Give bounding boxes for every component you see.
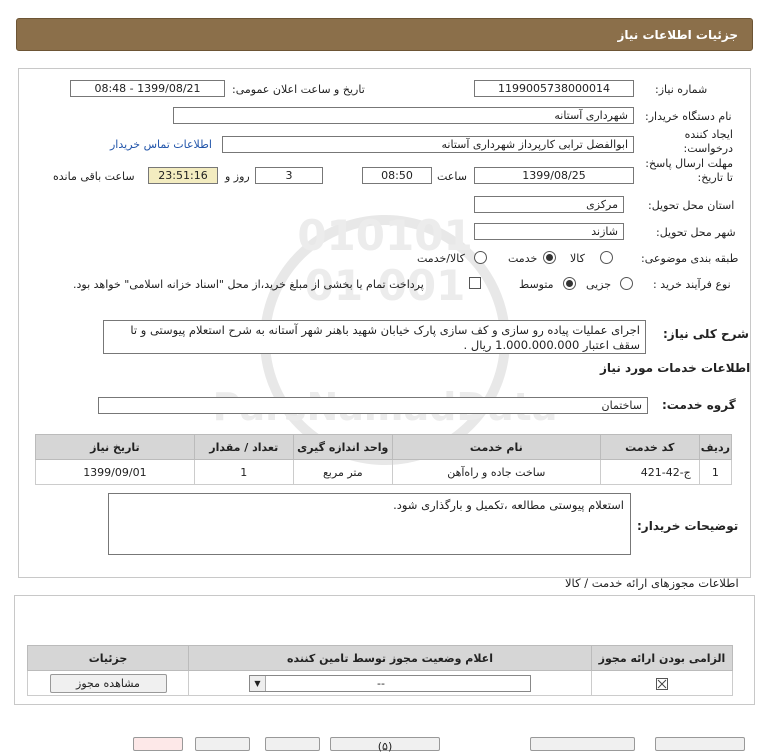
col-quantity: تعداد / مقدار bbox=[193, 434, 294, 460]
category-option-goods: کالا bbox=[570, 252, 585, 265]
col-service-name: نام خدمت bbox=[391, 434, 601, 460]
deadline-time-field: 08:50 bbox=[362, 167, 432, 184]
footer-button-3[interactable]: (۵) bbox=[330, 737, 440, 753]
remaining-label: ساعت باقی مانده bbox=[53, 170, 135, 183]
treasury-checkbox[interactable] bbox=[469, 277, 481, 289]
buyer-org-label: نام دستگاه خریدار: bbox=[645, 110, 732, 123]
permits-table-header: الزامی بودن ارائه مجوز اعلام وضعیت مجوز … bbox=[27, 645, 733, 671]
process-option-minor: جزیی bbox=[586, 278, 612, 291]
footer-button-2[interactable] bbox=[530, 737, 635, 751]
announce-field: 1399/08/21 - 08:48 bbox=[70, 80, 225, 97]
cell-need-date: 1399/09/01 bbox=[35, 459, 195, 485]
province-label: استان محل تحویل: bbox=[648, 199, 735, 212]
footer-button-5[interactable] bbox=[195, 737, 250, 751]
col-permit-status: اعلام وضعیت مجوز توسط تامین کننده bbox=[188, 645, 592, 671]
description-text: اجرای عملیات پیاده رو سازی و کف سازی پار… bbox=[103, 320, 646, 354]
province-field: مرکزی bbox=[474, 196, 624, 213]
x-mark-icon bbox=[657, 679, 667, 688]
announce-label: تاریخ و ساعت اعلان عمومی: bbox=[232, 83, 365, 96]
col-permit-required: الزامی بودن ارائه مجوز bbox=[591, 645, 733, 671]
col-service-code: کد خدمت bbox=[599, 434, 700, 460]
description-label: شرح کلی نیاز: bbox=[663, 327, 749, 341]
permit-status-value: -- bbox=[377, 676, 385, 690]
process-radio-minor[interactable] bbox=[620, 277, 633, 290]
services-section-title: اطلاعات خدمات مورد نیاز bbox=[600, 361, 751, 375]
category-label: طبقه بندی موضوعی: bbox=[641, 252, 739, 265]
process-option-medium: متوسط bbox=[519, 278, 554, 291]
contact-buyer-link[interactable]: اطلاعات تماس خریدار bbox=[110, 138, 212, 151]
cell-service-name: ساخت جاده و راه‌آهن bbox=[391, 459, 601, 485]
category-option-service: خدمت bbox=[508, 252, 538, 265]
page-title: جزئیات اطلاعات نیاز bbox=[16, 18, 753, 51]
creator-field: ابوالفضل ترابی کارپرداز شهرداری آستانه bbox=[222, 136, 634, 153]
service-group-field: ساختمان bbox=[98, 397, 648, 414]
permit-status-select[interactable]: -- ▼ bbox=[249, 674, 531, 692]
cell-unit: متر مربع bbox=[292, 459, 393, 485]
footer-button-6[interactable] bbox=[133, 737, 183, 751]
view-permit-button[interactable]: مشاهده مجوز bbox=[49, 673, 167, 693]
deadline-date-field: 1399/08/25 bbox=[474, 167, 634, 184]
category-radio-goods[interactable] bbox=[600, 251, 613, 264]
cell-quantity: 1 bbox=[193, 459, 294, 485]
cell-permit-required bbox=[591, 670, 733, 696]
time-label: ساعت bbox=[437, 170, 467, 183]
col-need-date: تاریخ نیاز bbox=[35, 434, 195, 460]
category-option-goods-service: کالا/خدمت bbox=[417, 252, 465, 265]
col-row: ردیف bbox=[698, 434, 733, 460]
city-label: شهر محل تحویل: bbox=[656, 226, 736, 239]
permits-section-title: اطلاعات مجوزهای ارائه خدمت / کالا bbox=[565, 576, 739, 590]
col-permit-details: جزئیات bbox=[27, 645, 189, 671]
creator-label: ایجاد کننده درخواست: bbox=[683, 128, 733, 155]
buyer-org-field: شهرداری آستانه bbox=[173, 107, 634, 124]
category-radio-goods-service[interactable] bbox=[474, 251, 487, 264]
buyer-notes-label: توضیحات خریدار: bbox=[637, 519, 739, 533]
days-label: روز و bbox=[225, 170, 250, 183]
city-field: شازند bbox=[474, 223, 624, 240]
table-row: 1 ج-42-421 ساخت جاده و راه‌آهن متر مربع … bbox=[35, 459, 733, 485]
need-number-field: 1199005738000014 bbox=[474, 80, 634, 97]
payment-note: پرداخت تمام یا بخشی از مبلغ خرید،از محل … bbox=[73, 278, 424, 291]
footer-button-4[interactable] bbox=[265, 737, 320, 751]
cell-permit-status: -- ▼ bbox=[188, 670, 592, 696]
buyer-notes-text: استعلام پیوستی مطالعه ،تکمیل و بارگذاری … bbox=[108, 493, 631, 555]
col-unit: واحد اندازه گیری bbox=[292, 434, 393, 460]
need-number-label: شماره نیاز: bbox=[655, 83, 708, 96]
chevron-down-icon[interactable]: ▼ bbox=[250, 675, 266, 691]
days-field: 3 bbox=[255, 167, 323, 184]
footer-button-1[interactable] bbox=[655, 737, 745, 751]
process-label: نوع فرآیند خرید : bbox=[653, 278, 731, 291]
category-radio-service[interactable] bbox=[543, 251, 556, 264]
remaining-time-field: 23:51:16 bbox=[148, 167, 218, 184]
cell-service-code: ج-42-421 bbox=[599, 459, 700, 485]
process-radio-medium[interactable] bbox=[563, 277, 576, 290]
cell-row: 1 bbox=[698, 459, 733, 485]
permit-required-checkbox[interactable] bbox=[656, 677, 668, 690]
service-group-label: گروه خدمت: bbox=[662, 398, 736, 412]
services-table: ردیف کد خدمت نام خدمت واحد اندازه گیری ت… bbox=[35, 434, 733, 485]
deadline-label: مهلت ارسال پاسخ: تا تاریخ: bbox=[645, 157, 733, 184]
permits-table: الزامی بودن ارائه مجوز اعلام وضعیت مجوز … bbox=[27, 645, 733, 696]
cell-permit-details: مشاهده مجوز bbox=[27, 670, 189, 696]
table-row: -- ▼ مشاهده مجوز bbox=[27, 670, 733, 696]
services-table-header: ردیف کد خدمت نام خدمت واحد اندازه گیری ت… bbox=[35, 434, 733, 460]
